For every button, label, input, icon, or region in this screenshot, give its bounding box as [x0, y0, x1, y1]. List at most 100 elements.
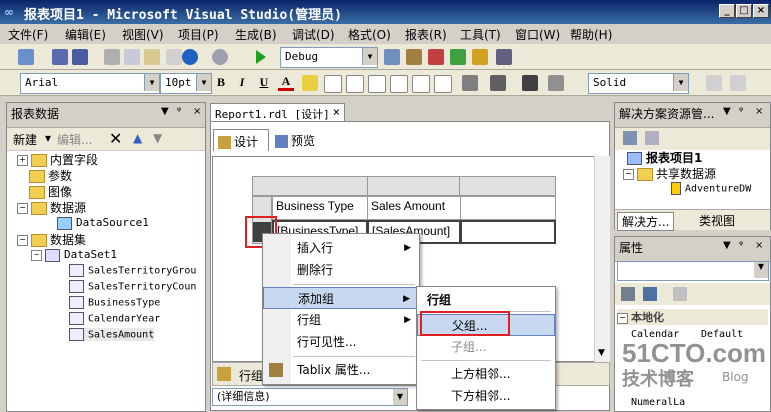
menu-edit[interactable]: 编辑(E) [65, 26, 106, 43]
property-numeral[interactable]: NumeralLa [631, 397, 685, 408]
output-icon[interactable] [472, 49, 488, 65]
copy-icon[interactable] [124, 49, 140, 65]
menu-file[interactable]: 文件(F) [8, 26, 48, 43]
properties-icon[interactable] [406, 49, 422, 65]
align-top-icon[interactable] [390, 75, 408, 93]
collapse-icon[interactable]: − [31, 249, 42, 261]
cut-icon[interactable] [104, 49, 120, 65]
ctx-tablix-properties[interactable]: Tablix 属性... [263, 359, 419, 381]
alphabetical-icon[interactable] [643, 287, 657, 301]
menu-debug[interactable]: 调试(D) [292, 26, 335, 43]
solution-config-select[interactable]: Debug ▼ [280, 47, 378, 68]
font-size-select[interactable]: 10pt ▼ [160, 73, 212, 94]
menu-help[interactable]: 帮助(H) [570, 26, 612, 43]
border-width-icon[interactable] [490, 75, 506, 91]
tree-datasources[interactable]: − 数据源 [17, 199, 86, 216]
detail-group-select[interactable]: (详细信息) ▼ [212, 388, 408, 406]
minimize-button[interactable]: _ [719, 4, 735, 18]
collapse-icon[interactable]: − [17, 235, 28, 246]
tree-adventure-dw[interactable]: AdventureDW [671, 182, 751, 195]
menu-project[interactable]: 项目(P) [178, 26, 219, 43]
tab-solution[interactable]: 解决方... [617, 212, 675, 231]
collapse-icon[interactable]: − [17, 203, 28, 214]
move-up-icon[interactable]: ▲ [133, 131, 142, 145]
menu-view[interactable]: 视图(V) [122, 26, 164, 43]
paste-icon[interactable] [144, 49, 160, 65]
tree-field[interactable]: SalesTerritoryCoun [69, 280, 196, 293]
background-color-icon[interactable] [302, 75, 318, 91]
bold-button[interactable]: B [213, 74, 229, 91]
collapse-icon[interactable]: − [617, 312, 628, 324]
ctx-add-group[interactable]: 添加组 ▶ [263, 287, 419, 309]
sub-adjacent-above[interactable]: 上方相邻... [417, 363, 555, 385]
sub-child-group[interactable]: 子组... [417, 336, 555, 358]
object-select[interactable]: ▼ [617, 261, 769, 281]
chevron-down-icon[interactable]: ▼ [393, 389, 407, 405]
align-right-icon[interactable] [368, 75, 386, 93]
header-cell[interactable]: Sales Amount [367, 196, 461, 220]
close-button[interactable]: × [753, 4, 769, 18]
close-icon[interactable]: × [193, 106, 201, 117]
dropdown-icon[interactable]: ▼ [161, 106, 169, 117]
italic-button[interactable]: I [234, 74, 250, 91]
menu-format[interactable]: 格式(O) [348, 26, 391, 43]
category-localization[interactable]: − 本地化 [617, 309, 768, 325]
tree-field[interactable]: CalendarYear [69, 312, 160, 325]
tree-builtin[interactable]: + 内置字段 [17, 151, 98, 168]
tree-dataset1[interactable]: − DataSet1 [31, 248, 117, 262]
show-files-icon[interactable] [645, 131, 659, 145]
align-center-icon[interactable] [346, 75, 364, 93]
save-icon[interactable] [52, 49, 68, 65]
find-icon[interactable] [384, 49, 400, 65]
menu-tools[interactable]: 工具(T) [460, 26, 501, 43]
close-icon[interactable]: × [755, 240, 763, 251]
tree-field[interactable]: SalesTerritoryGrou [69, 264, 196, 277]
tab-class-view[interactable]: 类视图 [699, 212, 735, 229]
tree-field-selected[interactable]: SalesAmount [69, 328, 155, 341]
new-dropdown-icon[interactable]: ▾ [45, 131, 51, 145]
design-tab[interactable]: 设计 [213, 129, 269, 151]
dropdown-icon[interactable]: ▼ [723, 240, 731, 251]
undo-icon[interactable] [182, 49, 198, 65]
tree-datasets[interactable]: − 数据集 [17, 231, 86, 248]
command-window-icon[interactable] [496, 49, 512, 65]
save-all-icon[interactable] [72, 49, 88, 65]
delete-icon[interactable]: ✕ [109, 129, 122, 148]
format-icon-1[interactable] [706, 75, 722, 91]
font-color-button[interactable]: A [278, 74, 294, 91]
preview-tab[interactable]: 预览 [275, 132, 315, 149]
edit-button[interactable]: 编辑... [57, 131, 92, 148]
tree-project[interactable]: 报表项目1 [627, 149, 702, 166]
new-project-icon[interactable] [18, 49, 34, 65]
header-cell[interactable] [460, 196, 556, 220]
ctx-delete-row[interactable]: 删除行 [263, 259, 419, 281]
scroll-down-icon[interactable]: ▼ [598, 348, 605, 358]
menu-build[interactable]: 生成(B) [235, 26, 277, 43]
expand-icon[interactable]: + [17, 155, 28, 166]
underline-button[interactable]: U [256, 74, 272, 91]
font-name-select[interactable]: Arial ▼ [20, 73, 160, 94]
close-icon[interactable]: × [755, 106, 763, 117]
align-left-icon[interactable] [324, 75, 342, 93]
close-tab-icon[interactable]: × [333, 105, 340, 119]
redo-icon[interactable] [212, 49, 228, 65]
tree-params[interactable]: 参数 [29, 167, 72, 184]
dropdown-icon[interactable]: ▼ [723, 106, 731, 117]
start-debug-icon[interactable] [256, 50, 266, 64]
pin-icon[interactable]: ᵠ [177, 106, 181, 117]
chevron-down-icon[interactable]: ▼ [754, 262, 768, 278]
tree-datasource1[interactable]: DataSource1 [57, 216, 149, 230]
tree-field[interactable]: BusinessType [69, 296, 160, 309]
toolbox-icon[interactable] [428, 49, 444, 65]
align-middle-icon[interactable] [412, 75, 430, 93]
menu-window[interactable]: 窗口(W) [515, 26, 560, 43]
collapse-icon[interactable]: − [623, 169, 634, 180]
document-tab[interactable]: Report1.rdl [设计] × [210, 103, 345, 121]
tree-images[interactable]: 图像 [29, 183, 72, 200]
menu-report[interactable]: 报表(R) [405, 26, 447, 43]
align-bottom-icon[interactable] [434, 75, 452, 93]
ctx-insert-row[interactable]: 插入行 ▶ [263, 237, 419, 259]
border-style-icon[interactable] [522, 75, 538, 91]
column-handle[interactable] [368, 176, 460, 196]
header-cell[interactable]: Business Type [272, 196, 368, 220]
